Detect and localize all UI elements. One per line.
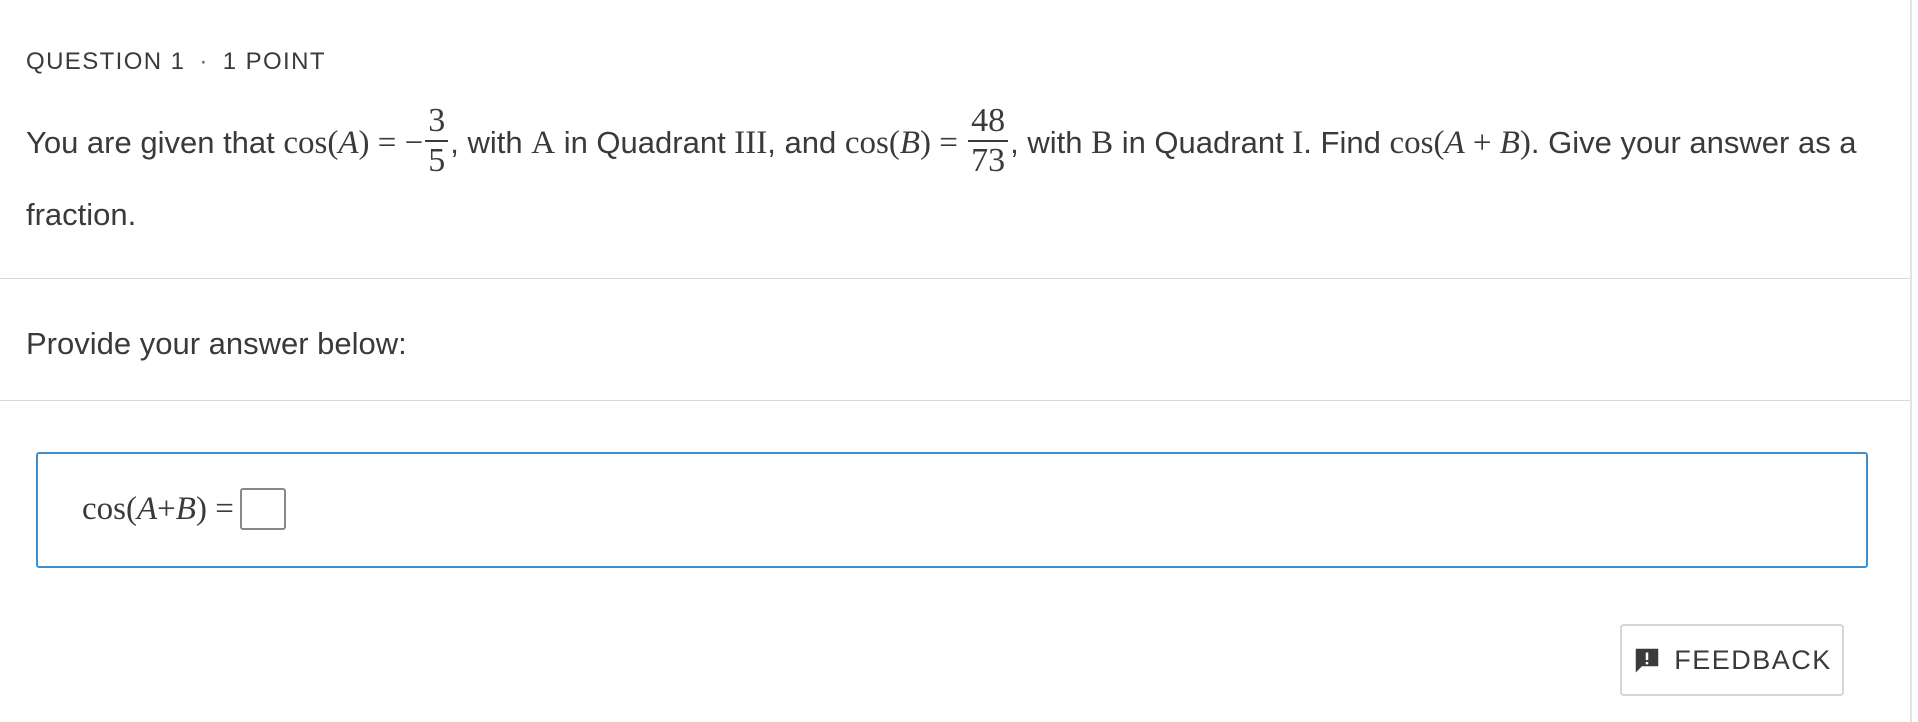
cos-a-expression: cos(A) = − xyxy=(283,125,424,162)
right-border xyxy=(1910,0,1912,722)
fraction-a-numerator: 3 xyxy=(425,104,449,142)
question-header: QUESTION 1 · 1 POINT xyxy=(26,48,326,76)
answer-expression: cos (A + B) = xyxy=(82,488,286,530)
feedback-button[interactable]: FEEDBACK xyxy=(1620,624,1844,696)
fraction-b-numerator: 48 xyxy=(968,104,1009,142)
header-separator: · xyxy=(199,48,209,75)
question-number: QUESTION 1 xyxy=(26,48,186,75)
fraction-b: 48 73 xyxy=(968,104,1009,179)
cos-a-plus-b-expression: cos(A + B) xyxy=(1389,125,1531,162)
feedback-icon xyxy=(1635,648,1659,673)
answer-prompt: Provide your answer below: xyxy=(26,326,407,361)
divider xyxy=(0,278,1910,279)
question-points: 1 POINT xyxy=(222,48,326,75)
fraction-a-denominator: 5 xyxy=(428,142,446,179)
var-a: A xyxy=(531,125,556,162)
quadrant-a: III xyxy=(734,125,768,162)
answer-area[interactable]: cos (A + B) = xyxy=(36,452,1868,568)
answer-input[interactable] xyxy=(239,488,286,530)
var-b: B xyxy=(1091,125,1114,162)
question-text-part: You are given that xyxy=(26,125,284,161)
divider xyxy=(0,400,1910,401)
quadrant-b: I xyxy=(1292,125,1304,162)
question-page: QUESTION 1 · 1 POINT You are given that co… xyxy=(0,0,1918,722)
fraction-b-denominator: 73 xyxy=(971,142,1006,179)
fraction-a: 35 xyxy=(425,104,449,179)
question-text: You are given that cos(A) = −3 5, with A … xyxy=(26,102,1857,233)
feedback-label: FEEDBACK xyxy=(1674,644,1832,675)
cos-b-expression: cos(B) = xyxy=(844,125,967,162)
